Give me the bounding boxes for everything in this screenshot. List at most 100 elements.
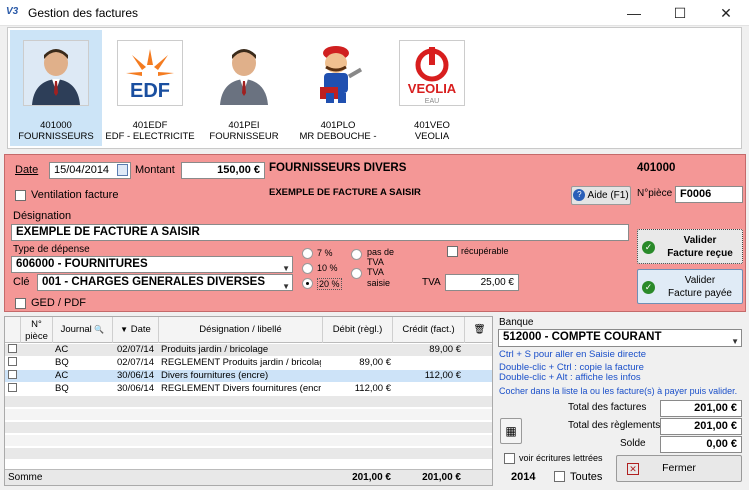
tva-7-label: 7 % xyxy=(317,248,333,258)
voir-ecritures-checkbox[interactable] xyxy=(504,453,515,464)
row-checkbox[interactable] xyxy=(8,383,17,392)
hint-alt-info: Double-clic + Alt : affiche les infos xyxy=(499,372,641,383)
supplier-code: 401EDF xyxy=(132,120,168,131)
invoice-form: Date 15/04/2014 Montant 150,00 € FOURNIS… xyxy=(4,154,746,312)
header-credit[interactable]: Crédit (fact.) xyxy=(393,317,465,343)
cle-select[interactable]: 001 - CHARGES GENERALES DIVERSES ▼ xyxy=(37,274,293,291)
row-checkbox[interactable] xyxy=(8,370,17,379)
title-bar: V3 Gestion des factures — ☐ ✕ xyxy=(0,0,749,26)
supplier-strip: 401000 FOURNISSEURS EDF 401EDF EDF - ELE… xyxy=(7,27,742,149)
row-checkbox[interactable] xyxy=(8,357,17,366)
tva-value-field[interactable]: 25,00 € xyxy=(445,274,519,291)
date-label: Date xyxy=(15,164,39,176)
hint-ctrl-s: Ctrl + S pour aller en Saisie directe xyxy=(499,349,647,360)
calendar-icon[interactable] xyxy=(117,164,128,176)
header-debit[interactable]: Débit (règl.) xyxy=(323,317,393,343)
voir-ecritures-label: voir écritures lettrées xyxy=(519,453,603,463)
table-row[interactable]: AC 02/07/14 Produits jardin / bricolage … xyxy=(5,344,492,356)
designation-label: Désignation xyxy=(13,210,72,222)
example-text: EXEMPLE DE FACTURE A SAISIR xyxy=(269,187,421,198)
empty-row xyxy=(5,422,492,434)
header-journal[interactable]: Journal 🔍 xyxy=(53,317,113,343)
supplier-card-401veo[interactable]: VEOLIA EAU 401VEO VEOLIA xyxy=(386,30,478,146)
tva-label: TVA xyxy=(422,277,441,288)
chevron-down-icon: ▼ xyxy=(282,264,290,273)
hint-cocher: Cocher dans la liste la ou les facture(s… xyxy=(499,386,738,396)
year-label: 2014 xyxy=(511,471,536,483)
help-icon: ? xyxy=(573,189,586,202)
header-date[interactable]: ▼ Date xyxy=(113,317,159,343)
supplier-code: 401PEI xyxy=(228,120,260,131)
supplier-name: EDF - ELECTRICITE xyxy=(105,131,195,142)
app-icon: V3 xyxy=(6,6,19,17)
row-checkbox[interactable] xyxy=(8,344,17,353)
supplier-code: 401PLO xyxy=(320,120,356,131)
somme-label: Somme xyxy=(8,472,43,483)
total-reglements-label: Total des règlements xyxy=(568,420,661,431)
tva-7-radio[interactable] xyxy=(302,248,313,259)
supplier-code-display: 401000 xyxy=(637,162,676,174)
recuperable-checkbox[interactable] xyxy=(447,246,458,257)
check-icon: ✓ xyxy=(642,281,655,294)
chevron-down-icon: ▼ xyxy=(282,282,290,291)
pas-de-tva-label1: pas de xyxy=(367,247,395,257)
supplier-card-401pei[interactable]: 401PEI FOURNISSEUR xyxy=(198,30,290,146)
supplier-card-401edf[interactable]: EDF 401EDF EDF - ELECTRICITE xyxy=(104,30,196,146)
header-designation[interactable]: Désignation / libellé xyxy=(159,317,323,343)
designation-field[interactable]: EXEMPLE DE FACTURE A SAISIR xyxy=(11,224,629,241)
debit-total: 201,00 € xyxy=(352,472,391,483)
total-factures-value: 201,00 € xyxy=(660,400,742,417)
aide-button[interactable]: ? Aide (F1) xyxy=(571,186,631,205)
credit-total: 201,00 € xyxy=(422,472,461,483)
grid-header-check xyxy=(5,317,21,343)
montant-field[interactable]: 150,00 € xyxy=(181,162,265,179)
valider-payee-button[interactable]: ✓ Valider Facture payée xyxy=(637,269,743,304)
empty-row xyxy=(5,396,492,408)
solde-value: 0,00 € xyxy=(660,436,742,453)
supplier-name: FOURNISSEURS xyxy=(18,131,94,142)
solde-label: Solde xyxy=(620,438,646,449)
tva-10-radio[interactable] xyxy=(302,263,313,274)
chevron-down-icon: ▼ xyxy=(731,337,739,346)
npiece-field[interactable]: F0006 xyxy=(675,186,743,203)
header-npiece[interactable]: N° pièce xyxy=(21,317,53,343)
minimize-button[interactable]: — xyxy=(611,0,657,26)
tva-saisie-label2: saisie xyxy=(367,278,391,288)
table-row[interactable]: BQ 02/07/14 REGLEMENT Produits jardin / … xyxy=(5,357,492,369)
toutes-label: Toutes xyxy=(570,471,603,483)
table-row-selected[interactable]: AC 30/06/14 Divers fournitures (encre) 1… xyxy=(5,370,492,382)
supplier-card-401000[interactable]: 401000 FOURNISSEURS xyxy=(10,30,102,146)
veolia-logo: VEOLIA EAU xyxy=(399,40,465,106)
empty-row xyxy=(5,409,492,421)
supplier-card-401plo[interactable]: 401PLO MR DEBOUCHE - xyxy=(292,30,384,146)
date-field[interactable]: 15/04/2014 xyxy=(49,162,131,179)
toutes-checkbox[interactable] xyxy=(554,471,565,482)
type-depense-select[interactable]: 606000 - FOURNITURES ▼ xyxy=(11,256,293,273)
montant-label: Montant xyxy=(135,164,175,176)
tva-saisie-radio[interactable] xyxy=(351,268,362,279)
maximize-button[interactable]: ☐ xyxy=(657,0,703,26)
tva-20-label: 20 % xyxy=(317,278,342,290)
table-row[interactable]: BQ 30/06/14 REGLEMENT Divers fournitures… xyxy=(5,383,492,395)
pas-de-tva-label2: TVA xyxy=(367,257,384,267)
window-title: Gestion des factures xyxy=(28,6,139,20)
banque-select[interactable]: 512000 - COMPTE COURANT ▼ xyxy=(498,329,742,347)
supplier-name: VEOLIA xyxy=(414,131,450,142)
valider-recue-button[interactable]: ✓ Valider Facture reçue xyxy=(637,229,743,264)
pas-de-tva-radio[interactable] xyxy=(351,249,362,260)
tva-20-radio[interactable] xyxy=(302,278,313,289)
edf-logo-text: EDF xyxy=(130,80,170,102)
ged-label: GED / PDF xyxy=(31,297,87,309)
trash-icon[interactable]: 🗑 xyxy=(465,317,492,343)
cle-label: Clé xyxy=(13,276,30,288)
ventilation-checkbox[interactable] xyxy=(15,190,26,201)
veolia-logo-sub: EAU xyxy=(425,98,439,105)
search-icon[interactable]: 🔍 xyxy=(94,325,104,334)
calculator-icon[interactable]: ▦ xyxy=(500,418,522,444)
close-button[interactable]: ✕ xyxy=(703,0,749,26)
total-factures-label: Total des factures xyxy=(568,402,647,413)
person-icon xyxy=(23,40,89,106)
fermer-button[interactable]: ✕ Fermer xyxy=(616,455,742,482)
supplier-code: 401000 xyxy=(40,120,72,131)
ged-checkbox[interactable] xyxy=(15,298,26,309)
